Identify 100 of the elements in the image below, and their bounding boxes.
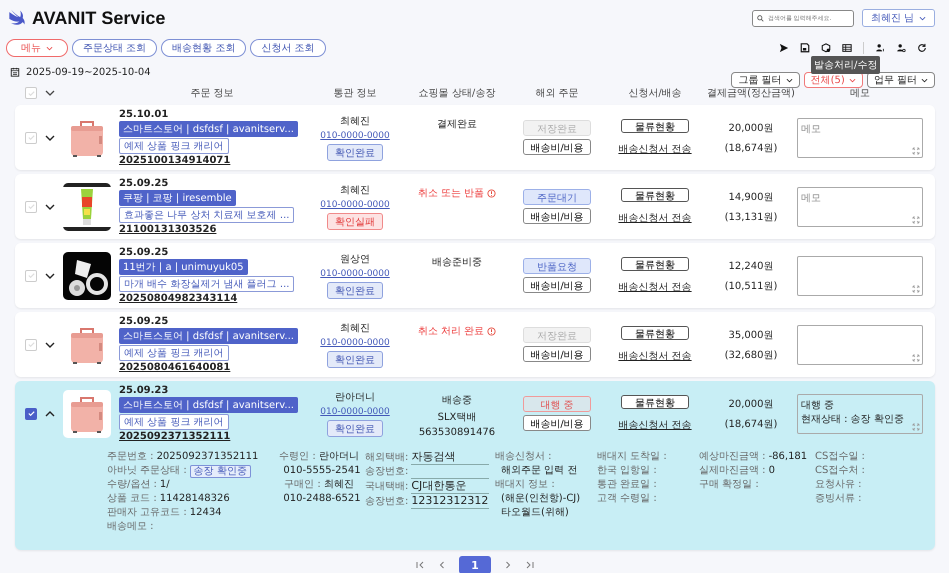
detail-value: 2025092371352111 xyxy=(156,450,258,464)
nav-button[interactable]: 신청서 조회 xyxy=(250,39,326,57)
order-date: 25.09.25 xyxy=(119,247,168,258)
shop-status: 취소 또는 반품 xyxy=(418,187,484,200)
phone-link[interactable]: 010-0000-0000 xyxy=(320,200,390,210)
shipping-cost-button[interactable]: 배송비/비용 xyxy=(523,415,591,431)
memo-field[interactable]: 메모 xyxy=(797,118,923,158)
column-header: 결제금액(정산금액) xyxy=(707,87,795,100)
order-number-link[interactable]: 20250804982343114 xyxy=(119,293,238,304)
input-field[interactable]: 자동검색 xyxy=(411,450,489,465)
detail-value: 란아더니 xyxy=(318,450,359,464)
customs-status-button[interactable]: 확인실패 xyxy=(327,213,383,230)
application-link[interactable]: 배송신청서 전송 xyxy=(618,418,692,432)
spreadsheet-icon[interactable] xyxy=(842,43,852,53)
phone-link[interactable]: 010-0000-0000 xyxy=(320,269,390,279)
payment-amount: 20,000원 xyxy=(728,398,774,410)
product-name-tag[interactable]: 예제 상품 핑크 캐리어 xyxy=(119,138,229,154)
phone-link[interactable]: 010-0000-0000 xyxy=(320,407,390,417)
nav-button[interactable]: 주문상태 조회 xyxy=(72,39,158,57)
person-icon[interactable] xyxy=(875,43,885,53)
logistics-button[interactable]: 물류현황 xyxy=(621,119,689,133)
refresh-icon[interactable] xyxy=(917,43,927,53)
info-icon[interactable] xyxy=(487,326,496,336)
resize-icon[interactable] xyxy=(912,354,920,362)
chevron-down-icon[interactable] xyxy=(45,342,55,348)
channel-tag: 스마트스토어 | dsfdsf | avanitserv... xyxy=(119,121,298,137)
nav-button[interactable]: 배송현황 조회 xyxy=(161,39,246,57)
info-icon[interactable] xyxy=(487,188,496,198)
logistics-button[interactable]: 물류현황 xyxy=(621,395,689,409)
order-date: 25.09.23 xyxy=(119,385,168,396)
memo-field[interactable]: 메모 xyxy=(797,186,923,226)
memo-field[interactable]: 대행 중 현재상태 : 송장 확인중 xyxy=(797,394,923,434)
chevron-up-icon[interactable] xyxy=(45,410,55,416)
tracking-number: 563530891476 xyxy=(418,427,496,438)
order-date: 25.09.25 xyxy=(119,316,168,327)
select-all-checkbox[interactable] xyxy=(25,87,37,99)
filter-dropdown[interactable]: 업무 필터 xyxy=(866,72,935,88)
input-field[interactable]: CJ대한통운 xyxy=(411,479,489,494)
resize-icon[interactable] xyxy=(912,216,920,224)
send-icon[interactable] xyxy=(779,43,789,53)
memo-field[interactable] xyxy=(797,324,923,364)
order-number-link[interactable]: 21100131303526 xyxy=(119,224,216,235)
channel-tag: 스마트스토어 | dsfdsf | avanitserv... xyxy=(119,328,298,344)
page-button[interactable]: 1 xyxy=(459,556,491,573)
column-header: 메모 xyxy=(850,87,870,100)
input-field[interactable]: 12312312312 xyxy=(411,494,489,509)
check-icon xyxy=(26,409,36,418)
save-icon[interactable] xyxy=(800,43,810,53)
customs-status-button[interactable]: 확인완료 xyxy=(327,144,383,161)
box-gear-icon[interactable] xyxy=(821,43,831,53)
customs-status-button[interactable]: 확인완료 xyxy=(327,282,383,299)
shipping-cost-button[interactable]: 배송비/비용 xyxy=(523,277,591,293)
customs-status-button[interactable]: 확인완료 xyxy=(327,351,383,368)
detail-label: 수량/옵션 : xyxy=(107,478,157,492)
product-name-tag[interactable]: 예제 상품 핑크 캐리어 xyxy=(119,345,229,361)
application-link[interactable]: 배송신청서 전송 xyxy=(618,280,692,294)
application-link[interactable]: 배송신청서 전송 xyxy=(618,211,692,225)
detail-value: 010-2488-6521 xyxy=(282,492,361,506)
logistics-button[interactable]: 물류현황 xyxy=(621,257,689,271)
phone-link[interactable]: 010-0000-0000 xyxy=(320,131,390,141)
order-number-link[interactable]: 2025080461640081 xyxy=(119,362,230,373)
checkbox[interactable] xyxy=(25,408,37,420)
person-gear-icon[interactable] xyxy=(896,43,906,53)
customs-status-button[interactable]: 확인완료 xyxy=(327,420,383,437)
shipping-cost-button[interactable]: 배송비/비용 xyxy=(523,208,591,224)
settlement-amount: (10,511원) xyxy=(724,280,778,292)
next-page-icon[interactable] xyxy=(503,560,513,570)
detail-label: 주문번호 : xyxy=(107,450,154,464)
memo-field[interactable] xyxy=(797,256,923,296)
shipping-cost-button[interactable]: 배송비/비용 xyxy=(523,346,591,362)
resize-icon[interactable] xyxy=(912,146,920,154)
chevron-down-icon[interactable] xyxy=(45,204,55,210)
logistics-button[interactable]: 물류현황 xyxy=(621,188,689,202)
order-status-button[interactable]: 주문대기 xyxy=(523,189,591,205)
order-date: 25.10.01 xyxy=(119,109,168,120)
logistics-button[interactable]: 물류현황 xyxy=(621,326,689,340)
user-menu-button[interactable]: 최혜진 님 xyxy=(862,9,935,27)
product-name-tag[interactable]: 효과좋은 나무 상처 치료제 보호제 ... xyxy=(119,207,294,223)
application-link[interactable]: 배송신청서 전송 xyxy=(618,349,692,363)
chevron-down-icon[interactable] xyxy=(45,90,55,96)
phone-link[interactable]: 010-0000-0000 xyxy=(320,338,390,348)
product-name-tag[interactable]: 마개 배수 화장실제거 냄새 플러그 ... xyxy=(119,276,294,292)
column-header: 쇼핑몰 상태/송장 xyxy=(418,87,496,100)
shipping-cost-button[interactable]: 배송비/비용 xyxy=(523,139,591,155)
order-status-button[interactable]: 반품요청 xyxy=(523,258,591,274)
application-link[interactable]: 배송신청서 전송 xyxy=(618,142,692,156)
last-page-icon[interactable] xyxy=(525,560,535,570)
nav-button[interactable]: 메뉴 xyxy=(6,39,68,57)
chevron-down-icon[interactable] xyxy=(45,272,55,278)
chevron-down-icon[interactable] xyxy=(45,134,55,140)
product-name-tag[interactable]: 예제 상품 핑크 캐리어 xyxy=(119,414,229,430)
calendar-icon[interactable] xyxy=(10,67,20,77)
resize-icon[interactable] xyxy=(912,422,920,430)
previous-page-icon[interactable] xyxy=(437,560,447,570)
order-number-link[interactable]: 2025092371352111 xyxy=(119,431,230,442)
order-number-link[interactable]: 2025100134914071 xyxy=(119,155,230,166)
detail-value: (해운(인천항)-CJ) xyxy=(500,492,580,506)
filter-dropdown[interactable]: 그룹 필터 xyxy=(731,72,800,88)
resize-icon[interactable] xyxy=(912,284,920,292)
first-page-icon[interactable] xyxy=(415,560,425,570)
